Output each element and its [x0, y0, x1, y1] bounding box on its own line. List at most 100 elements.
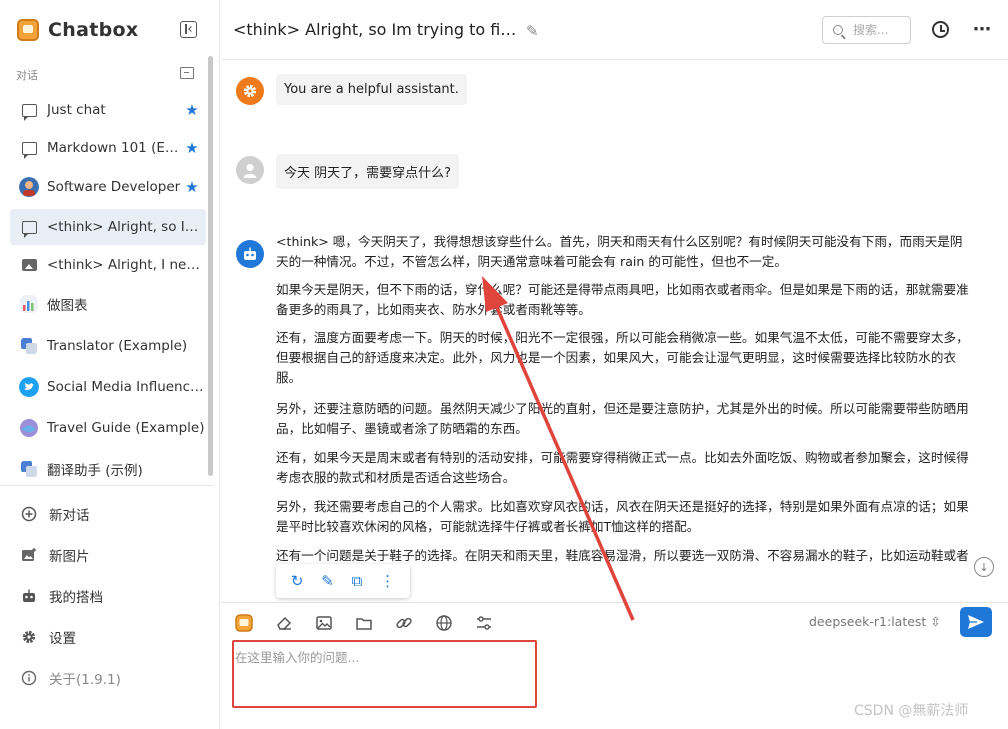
menu-label: 我的搭档 [49, 590, 103, 606]
search-input[interactable] [853, 23, 911, 37]
star-icon[interactable]: ★ [184, 101, 200, 119]
twitter-avatar-icon [19, 377, 39, 397]
watermark: CSDN @無薪法师 [854, 703, 969, 719]
star-icon[interactable]: ★ [184, 139, 200, 157]
plus-circle-icon [19, 506, 39, 522]
translator-avatar-icon [21, 461, 37, 477]
conversation-label: Markdown 101 (Example) [47, 140, 184, 156]
sidebar-divider [0, 485, 214, 486]
conversation-label: <think> Alright, I need to [47, 257, 206, 273]
menu-label: 关于(1.9.1) [49, 672, 121, 688]
conversation-item[interactable]: Markdown 101 (Example) ★ [10, 130, 206, 166]
conversation-label: <think> Alright, so Im trying to figure [47, 219, 206, 235]
assistant-paragraph: 另外，我还需要考虑自己的个人需求。比如喜欢穿风衣的话，风衣在阴天还是挺好的选择，… [276, 499, 969, 534]
conversation-label: Travel Guide (Example) [47, 420, 205, 436]
user-icon [243, 163, 257, 178]
scroll-to-bottom-icon[interactable]: ↓ [974, 557, 994, 577]
conversation-item[interactable]: <think> Alright, I need to [10, 247, 206, 283]
app-name: Chatbox [48, 19, 139, 41]
conversation-label: Just chat [47, 102, 106, 118]
regenerate-icon[interactable]: ↻ [291, 572, 304, 590]
chat-bubble-icon [21, 141, 37, 159]
chat-title: <think> Alright, so Im trying to figure … [233, 20, 523, 39]
chat-header: <think> Alright, so Im trying to figure … [221, 0, 1008, 60]
assistant-paragraph: 还有，温度方面要考虑一下。阴天的时候，阳光不一定很强，所以可能会稍微凉一些。如果… [276, 330, 969, 385]
my-copilots-button[interactable]: 我的搭档 [10, 579, 206, 613]
archive-icon[interactable] [180, 67, 194, 79]
robot-icon [19, 588, 39, 604]
menu-label: 设置 [49, 631, 76, 647]
settings-button[interactable]: 设置 [10, 620, 206, 654]
star-icon[interactable]: ★ [184, 178, 200, 196]
model-name: deepseek-r1:latest [809, 614, 927, 629]
model-select[interactable]: deepseek-r1:latest ⇳ [809, 614, 941, 629]
conversation-item[interactable]: Translator (Example) [10, 328, 206, 364]
image-icon[interactable] [314, 613, 334, 633]
sidebar-scrollbar[interactable] [208, 56, 213, 476]
system-message: You are a helpful assistant. [276, 74, 467, 105]
assistant-paragraph: 另外，还要注意防晒的问题。虽然阴天减少了阳光的直射，但还是要注意防护，尤其是外出… [276, 401, 969, 436]
conversation-item[interactable]: 翻译助手 (示例) [10, 451, 206, 487]
conversation-label: Software Developer [47, 179, 181, 195]
send-button[interactable] [960, 607, 992, 637]
user-avatar [236, 156, 264, 184]
info-icon [19, 670, 39, 686]
link-icon[interactable] [394, 613, 414, 633]
conversation-item[interactable]: Just chat ★ [10, 92, 206, 128]
chatbox-logo-icon [17, 19, 39, 41]
conversation-item[interactable]: Travel Guide (Example) [10, 410, 206, 446]
user-message: 今天 阴天了，需要穿点什么? [276, 154, 460, 189]
history-icon[interactable] [932, 21, 949, 38]
chat-bubble-icon [21, 103, 37, 121]
message-actions-toolbar: ↻ ✎ ⧉ ⋮ [276, 564, 410, 598]
chat-bubble-icon [21, 220, 37, 238]
chart-avatar-icon [20, 295, 38, 313]
conversation-label: 翻译助手 (示例) [47, 463, 143, 479]
more-options-icon[interactable]: ⋯ [973, 19, 992, 40]
section-label: 对话 [16, 69, 38, 82]
image-add-icon [19, 547, 39, 563]
sidebar: Chatbox 对话 Just chat ★ Markdown 101 (Exa… [0, 0, 220, 729]
new-image-button[interactable]: 新图片 [10, 538, 206, 572]
collapse-sidebar-icon[interactable] [180, 21, 197, 38]
travel-avatar-icon [20, 419, 38, 437]
developer-avatar-icon [19, 177, 39, 197]
edit-message-icon[interactable]: ✎ [321, 572, 334, 590]
search-icon [833, 25, 843, 35]
edit-title-icon[interactable]: ✎ [526, 22, 539, 40]
conversation-item[interactable]: Social Media Influencer (Example) [10, 369, 206, 405]
assistant-paragraph: 还有，如果今天是周末或者有特别的活动安排，可能需要穿得稍微正式一点。比如去外面吃… [276, 450, 969, 485]
conversation-item[interactable]: Software Developer ★ [10, 169, 206, 205]
system-avatar [236, 77, 264, 105]
menu-label: 新图片 [49, 549, 90, 565]
conversation-label: Translator (Example) [47, 338, 188, 354]
eraser-icon[interactable] [274, 613, 294, 633]
about-button[interactable]: 关于(1.9.1) [10, 661, 206, 695]
assistant-paragraph: 如果今天是阴天，但不下雨的话，穿什么呢？可能还是得带点雨具吧，比如雨衣或者雨伞。… [276, 282, 969, 317]
robot-icon [244, 247, 256, 260]
menu-label: 新对话 [49, 508, 90, 524]
chatbox-logo-icon[interactable] [234, 613, 254, 633]
brand[interactable]: Chatbox [17, 17, 138, 43]
copy-icon[interactable]: ⧉ [352, 572, 363, 590]
globe-icon[interactable] [434, 613, 454, 633]
assistant-paragraph: <think> 嗯，今天阴天了，我得想想该穿些什么。首先，阴天和雨天有什么区别呢… [276, 234, 963, 269]
conversation-label: Social Media Influencer (Example) [47, 379, 206, 395]
conversation-item-active[interactable]: <think> Alright, so Im trying to figure [10, 209, 206, 245]
new-chat-button[interactable]: 新对话 [10, 497, 206, 531]
settings-sliders-icon[interactable] [474, 613, 494, 633]
search-box[interactable] [822, 16, 911, 44]
gear-icon [243, 84, 257, 98]
image-icon [21, 259, 37, 271]
conversation-label: 做图表 [47, 298, 88, 314]
translator-avatar-icon [21, 338, 37, 354]
folder-icon[interactable] [354, 613, 374, 633]
send-icon [968, 615, 984, 629]
message-input[interactable] [235, 647, 535, 707]
assistant-avatar [236, 240, 264, 268]
message-list[interactable]: You are a helpful assistant. 今天 阴天了，需要穿点… [221, 61, 1008, 602]
chevron-updown-icon: ⇳ [930, 614, 941, 629]
more-actions-icon[interactable]: ⋮ [380, 572, 395, 590]
conversation-item[interactable]: 做图表 [10, 286, 206, 322]
gear-icon [19, 629, 39, 645]
